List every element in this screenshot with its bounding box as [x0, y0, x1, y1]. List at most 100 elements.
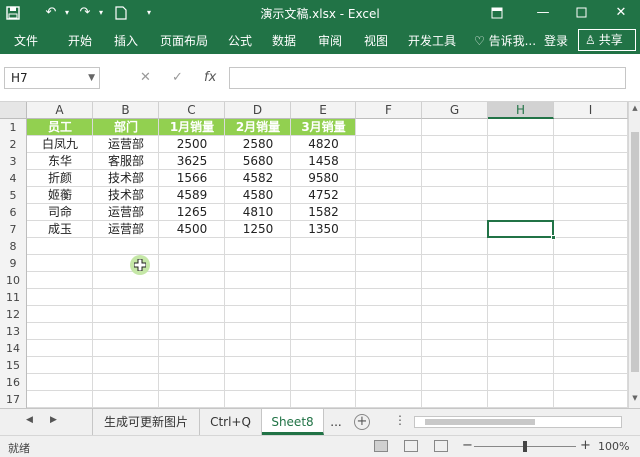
sheet-tab-sheet8[interactable]: Sheet8: [262, 409, 324, 435]
page-break-view-icon[interactable]: [434, 440, 448, 452]
data-cell[interactable]: 运营部: [93, 204, 159, 221]
tab-data[interactable]: 数据: [272, 32, 296, 49]
select-all-corner[interactable]: [0, 102, 27, 119]
data-cell[interactable]: 客服部: [93, 153, 159, 170]
scroll-left-icon[interactable]: ◀: [26, 415, 33, 425]
data-cell[interactable]: 技术部: [93, 170, 159, 187]
zoom-slider-thumb[interactable]: [523, 441, 527, 452]
scroll-down-icon[interactable]: ▼: [630, 394, 640, 402]
column-header-i[interactable]: I: [554, 102, 628, 119]
data-cell[interactable]: 折颜: [27, 170, 93, 187]
tell-me-search[interactable]: ♡ 告诉我...: [474, 32, 536, 49]
row-header-17[interactable]: 17: [0, 391, 27, 408]
column-header-b[interactable]: B: [93, 102, 159, 119]
row-header-11[interactable]: 11: [0, 289, 27, 307]
tab-view[interactable]: 视图: [364, 32, 388, 49]
data-cell[interactable]: 姬蘅: [27, 187, 93, 204]
data-cell[interactable]: 1566: [159, 170, 225, 187]
row-header-10[interactable]: 10: [0, 272, 27, 290]
zoom-out-icon[interactable]: −: [462, 438, 473, 453]
row-header-2[interactable]: 2: [0, 136, 27, 154]
horizontal-scroll-thumb[interactable]: [425, 419, 535, 425]
row-header-8[interactable]: 8: [0, 238, 27, 256]
data-cell[interactable]: 技术部: [93, 187, 159, 204]
login-link[interactable]: 登录: [544, 32, 568, 49]
cancel-icon[interactable]: ✕: [140, 67, 151, 89]
data-cell[interactable]: 运营部: [93, 136, 159, 153]
row-header-7[interactable]: 7: [0, 221, 27, 239]
fill-handle[interactable]: [551, 235, 556, 240]
tab-page-layout[interactable]: 页面布局: [160, 32, 208, 49]
data-cell[interactable]: 2580: [225, 136, 291, 153]
data-cell[interactable]: 9580: [291, 170, 356, 187]
data-cell[interactable]: 3625: [159, 153, 225, 170]
scroll-up-icon[interactable]: ▲: [630, 104, 640, 112]
data-cell[interactable]: 运营部: [93, 221, 159, 238]
data-cell[interactable]: 4752: [291, 187, 356, 204]
row-header-4[interactable]: 4: [0, 170, 27, 188]
data-cell[interactable]: 4500: [159, 221, 225, 238]
data-cell[interactable]: 1250: [225, 221, 291, 238]
data-cell[interactable]: 1458: [291, 153, 356, 170]
column-header-e[interactable]: E: [291, 102, 356, 119]
data-cell[interactable]: 成玉: [27, 221, 93, 238]
data-cell[interactable]: 4580: [225, 187, 291, 204]
maximize-icon[interactable]: [572, 4, 590, 22]
more-sheets[interactable]: ...: [326, 409, 346, 435]
vertical-scrollbar[interactable]: ▲ ▼: [628, 102, 640, 408]
header-cell[interactable]: 2月销量: [225, 119, 291, 136]
data-cell[interactable]: 1582: [291, 204, 356, 221]
ribbon-display-options-icon[interactable]: [488, 4, 506, 22]
horizontal-scrollbar[interactable]: [414, 416, 622, 428]
data-cell[interactable]: 司命: [27, 204, 93, 221]
data-cell[interactable]: 1350: [291, 221, 356, 238]
row-header-1[interactable]: 1: [0, 119, 27, 137]
column-header-d[interactable]: D: [225, 102, 291, 119]
header-cell[interactable]: 员工: [27, 119, 93, 136]
enter-check-icon[interactable]: ✓: [172, 67, 183, 89]
data-cell[interactable]: 白凤九: [27, 136, 93, 153]
formula-input[interactable]: [229, 67, 626, 89]
row-header-3[interactable]: 3: [0, 153, 27, 171]
normal-view-icon[interactable]: [374, 440, 388, 452]
active-cell-h7[interactable]: [487, 220, 554, 238]
column-header-h[interactable]: H: [488, 102, 554, 119]
add-sheet-icon[interactable]: +: [354, 414, 370, 430]
header-cell[interactable]: 3月销量: [291, 119, 356, 136]
insert-function-icon[interactable]: fx: [204, 67, 216, 89]
row-header-13[interactable]: 13: [0, 323, 27, 341]
data-cell[interactable]: 4582: [225, 170, 291, 187]
sheet-tab-updatable-image[interactable]: 生成可更新图片: [92, 409, 200, 435]
tab-formulas[interactable]: 公式: [228, 32, 252, 49]
column-header-g[interactable]: G: [422, 102, 488, 119]
zoom-in-icon[interactable]: +: [580, 438, 591, 453]
tab-split-handle-icon[interactable]: ⋮: [394, 413, 406, 427]
row-header-6[interactable]: 6: [0, 204, 27, 222]
column-header-a[interactable]: A: [27, 102, 93, 119]
header-cell[interactable]: 1月销量: [159, 119, 225, 136]
tab-insert[interactable]: 插入: [114, 32, 138, 49]
data-cell[interactable]: 2500: [159, 136, 225, 153]
close-icon[interactable]: ✕: [612, 4, 630, 22]
row-header-14[interactable]: 14: [0, 340, 27, 358]
minimize-icon[interactable]: —: [534, 4, 552, 22]
tab-home[interactable]: 开始: [68, 32, 92, 49]
tab-file[interactable]: 文件: [14, 32, 38, 49]
worksheet-grid[interactable]: 员工 部门 1月销量 2月销量 3月销量 白凤九 运营部 2500 2580 4820 东华 客服部 3…: [0, 102, 628, 408]
cell-area[interactable]: 员工 部门 1月销量 2月销量 3月销量 白凤九 运营部 2500 2580 4820 东华 客服部 3…: [27, 119, 628, 408]
column-header-c[interactable]: C: [159, 102, 225, 119]
row-header-5[interactable]: 5: [0, 187, 27, 205]
data-cell[interactable]: 4589: [159, 187, 225, 204]
tab-developer[interactable]: 开发工具: [408, 32, 456, 49]
data-cell[interactable]: 东华: [27, 153, 93, 170]
sheet-tab-ctrl-q[interactable]: Ctrl+Q: [200, 409, 262, 435]
name-box[interactable]: H7 ▼: [4, 67, 100, 89]
vertical-scroll-thumb[interactable]: [631, 132, 639, 372]
row-header-16[interactable]: 16: [0, 374, 27, 392]
tab-review[interactable]: 审阅: [318, 32, 342, 49]
row-header-15[interactable]: 15: [0, 357, 27, 375]
share-button[interactable]: ♙ 共享: [578, 29, 636, 51]
row-header-9[interactable]: 9: [0, 255, 27, 273]
page-layout-view-icon[interactable]: [404, 440, 418, 452]
data-cell[interactable]: 4810: [225, 204, 291, 221]
